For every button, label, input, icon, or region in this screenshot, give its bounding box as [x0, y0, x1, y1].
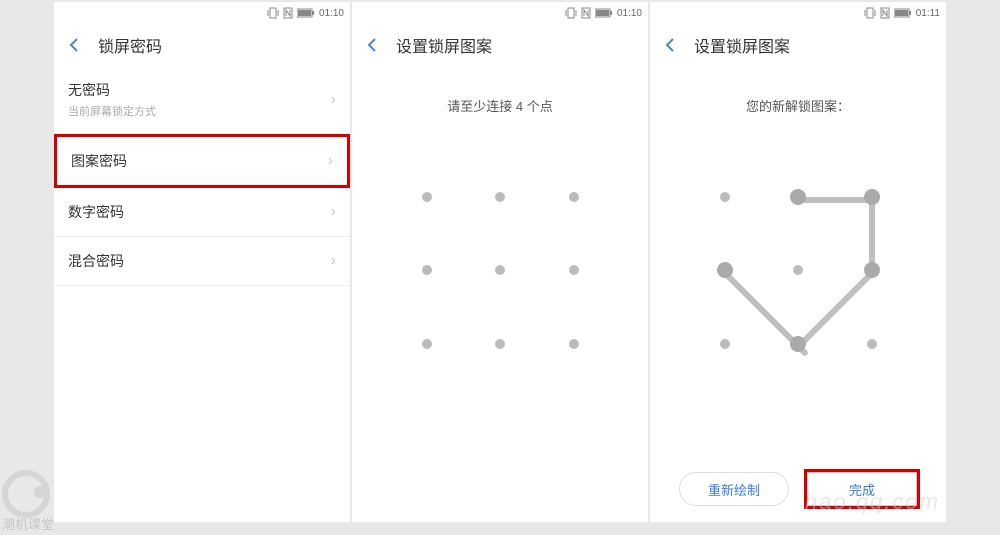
- pattern-dot: [495, 265, 505, 275]
- pattern-dot: [422, 265, 432, 275]
- option-label: 图案密码: [71, 151, 127, 171]
- back-icon[interactable]: [66, 36, 84, 54]
- pattern-line: [798, 197, 872, 203]
- redo-button[interactable]: 重新绘制: [679, 472, 789, 506]
- status-bar: 01:10: [54, 2, 350, 24]
- option-no-password[interactable]: 无密码 当前屏幕锁定方式 ›: [54, 66, 350, 134]
- pattern-dot: [720, 339, 730, 349]
- screen-draw-pattern: 01:10 设置锁屏图案 请至少连接 4 个点: [352, 2, 648, 522]
- pattern-dot: [720, 192, 730, 202]
- battery-icon: [894, 8, 912, 18]
- pattern-dot: [717, 262, 733, 278]
- instruction-text: 请至少连接 4 个点: [352, 96, 648, 115]
- battery-icon: [297, 8, 315, 18]
- chevron-right-icon: ›: [331, 252, 336, 270]
- status-bar: 01:11: [650, 2, 946, 24]
- pattern-dot: [790, 336, 806, 352]
- watermark-right: hao.qq.com: [805, 489, 940, 515]
- pattern-dot: [569, 265, 579, 275]
- option-label: 数字密码: [68, 202, 124, 222]
- pattern-dot: [422, 192, 432, 202]
- pattern-dot: [790, 189, 806, 205]
- back-icon[interactable]: [662, 36, 680, 54]
- nfc-icon: [283, 7, 293, 19]
- pattern-dot: [495, 192, 505, 202]
- battery-icon: [595, 8, 613, 18]
- pattern-line: [796, 270, 874, 348]
- status-bar: 01:10: [352, 2, 648, 24]
- status-time: 01:10: [319, 8, 344, 19]
- option-label: 混合密码: [68, 251, 124, 271]
- header: 设置锁屏图案: [352, 24, 648, 66]
- option-numeric-password[interactable]: 数字密码 ›: [54, 188, 350, 237]
- back-icon[interactable]: [364, 36, 382, 54]
- chevron-right-icon: ›: [331, 203, 336, 221]
- vibrate-icon: [565, 7, 577, 19]
- option-sublabel: 当前屏幕锁定方式: [68, 103, 156, 119]
- screen-confirm-pattern: 01:11 设置锁屏图案 您的新解锁图案： 重新绘制: [650, 2, 946, 522]
- vibrate-icon: [267, 7, 279, 19]
- option-pattern-password[interactable]: 图案密码 ›: [54, 134, 350, 188]
- pattern-dot: [864, 189, 880, 205]
- status-time: 01:11: [916, 8, 940, 19]
- pattern-dot: [495, 339, 505, 349]
- chevron-right-icon: ›: [328, 152, 333, 170]
- watermark-logo: 潮机课堂: [2, 470, 54, 533]
- vibrate-icon: [864, 7, 876, 19]
- pattern-dot: [793, 265, 803, 275]
- pattern-grid[interactable]: [693, 165, 903, 375]
- option-label: 无密码: [68, 80, 156, 100]
- instruction-text: 您的新解锁图案：: [650, 96, 946, 115]
- pattern-dot: [867, 339, 877, 349]
- pattern-dot: [569, 192, 579, 202]
- nfc-icon: [880, 7, 890, 19]
- pattern-dot: [422, 339, 432, 349]
- pattern-dot: [569, 339, 579, 349]
- options-list: 无密码 当前屏幕锁定方式 › 图案密码 › 数字密码 › 混合密码: [54, 66, 350, 286]
- status-time: 01:10: [617, 8, 642, 19]
- chevron-right-icon: ›: [331, 91, 336, 109]
- page-title: 设置锁屏图案: [396, 33, 492, 57]
- option-mixed-password[interactable]: 混合密码 ›: [54, 237, 350, 286]
- page-title: 锁屏密码: [98, 33, 162, 57]
- header: 设置锁屏图案: [650, 24, 946, 66]
- page-title: 设置锁屏图案: [694, 33, 790, 57]
- nfc-icon: [581, 7, 591, 19]
- pattern-dot: [864, 262, 880, 278]
- pattern-grid[interactable]: [395, 165, 605, 375]
- header: 锁屏密码: [54, 24, 350, 66]
- screen-lock-password-list: 01:10 锁屏密码 无密码 当前屏幕锁定方式 › 图案密码 ›: [54, 2, 350, 522]
